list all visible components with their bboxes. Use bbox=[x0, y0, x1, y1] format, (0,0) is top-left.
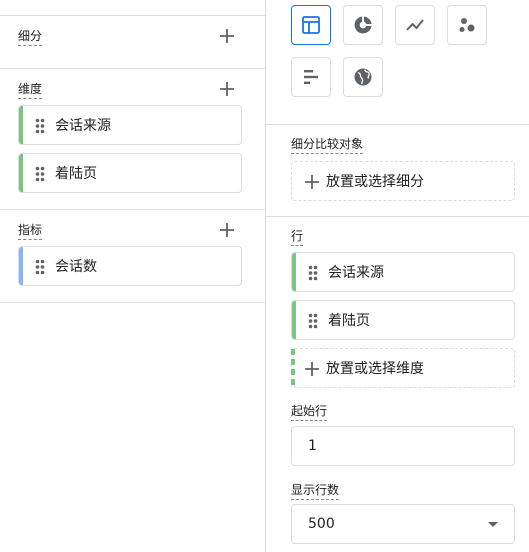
divider bbox=[0, 68, 265, 69]
add-dimension-button[interactable] bbox=[215, 77, 239, 101]
donut-chart-icon bbox=[354, 16, 372, 34]
segment-comparisons-dropzone[interactable]: 放置或选择细分 bbox=[291, 161, 515, 201]
metrics-label: 指标 bbox=[18, 222, 43, 240]
line-chart-icon bbox=[406, 19, 424, 31]
chip-label: 会话来源 bbox=[328, 265, 384, 281]
bar-chart-icon bbox=[304, 70, 318, 84]
plus-icon bbox=[220, 82, 234, 96]
divider bbox=[0, 15, 265, 16]
plus-icon bbox=[220, 29, 234, 43]
divider bbox=[266, 216, 529, 217]
add-segment-button[interactable] bbox=[215, 24, 239, 48]
scatter-chart-icon bbox=[459, 18, 475, 32]
drag-handle-icon[interactable] bbox=[35, 166, 45, 182]
dimension-color-bar bbox=[19, 106, 23, 144]
segment-comparisons-label: 细分比较对象 bbox=[291, 136, 364, 154]
chip-label: 着陆页 bbox=[328, 313, 370, 329]
chip-label: 会话来源 bbox=[55, 118, 111, 134]
show-rows-value: 500 bbox=[308, 516, 335, 532]
dimension-color-bar bbox=[292, 301, 296, 339]
dropzone-label: 放置或选择细分 bbox=[326, 174, 424, 190]
plus-icon bbox=[305, 175, 319, 189]
start-row-label: 起始行 bbox=[291, 403, 328, 421]
add-metric-button[interactable] bbox=[215, 218, 239, 242]
variables-panel: 细分 维度 会话来源 着陆页 指标 会话数 bbox=[0, 0, 265, 552]
metric-color-bar bbox=[19, 247, 23, 285]
divider bbox=[0, 209, 265, 210]
viz-line-button[interactable] bbox=[395, 5, 435, 45]
dimension-chip-session-source[interactable]: 会话来源 bbox=[18, 105, 242, 145]
viz-geo-button[interactable] bbox=[343, 57, 383, 97]
table-icon bbox=[302, 16, 320, 34]
dimension-color-bar bbox=[291, 349, 295, 387]
show-rows-label: 显示行数 bbox=[291, 482, 340, 500]
tab-settings-panel: 细分比较对象 放置或选择细分 行 会话来源 着陆页 放置或选择维度 起始行 1 … bbox=[265, 0, 529, 552]
viz-bar-button[interactable] bbox=[291, 57, 331, 97]
dimension-color-bar bbox=[292, 253, 296, 291]
dimensions-label: 维度 bbox=[18, 81, 43, 99]
viz-donut-button[interactable] bbox=[343, 5, 383, 45]
plus-icon bbox=[305, 362, 319, 376]
viz-scatter-button[interactable] bbox=[447, 5, 487, 45]
drag-handle-icon[interactable] bbox=[35, 118, 45, 134]
caret-down-icon bbox=[488, 522, 498, 527]
segments-label: 细分 bbox=[18, 28, 43, 46]
dimension-chip-landing-page[interactable]: 着陆页 bbox=[18, 153, 242, 193]
dropzone-label: 放置或选择维度 bbox=[326, 361, 424, 377]
metric-chip-sessions[interactable]: 会话数 bbox=[18, 246, 242, 286]
drag-handle-icon[interactable] bbox=[35, 259, 45, 275]
viz-table-button[interactable] bbox=[291, 5, 331, 45]
row-chip-session-source[interactable]: 会话来源 bbox=[291, 252, 515, 292]
chip-label: 着陆页 bbox=[55, 166, 97, 182]
drag-handle-icon[interactable] bbox=[308, 265, 318, 281]
globe-icon bbox=[354, 68, 372, 86]
plus-icon bbox=[220, 223, 234, 237]
chip-label: 会话数 bbox=[55, 259, 97, 275]
rows-label: 行 bbox=[291, 228, 304, 246]
show-rows-select[interactable]: 500 bbox=[291, 504, 515, 544]
dimension-color-bar bbox=[19, 154, 23, 192]
drag-handle-icon[interactable] bbox=[308, 313, 318, 329]
divider bbox=[0, 302, 265, 303]
row-chip-landing-page[interactable]: 着陆页 bbox=[291, 300, 515, 340]
divider bbox=[266, 124, 529, 125]
start-row-input[interactable]: 1 bbox=[291, 426, 515, 466]
rows-dropzone[interactable]: 放置或选择维度 bbox=[291, 348, 515, 388]
